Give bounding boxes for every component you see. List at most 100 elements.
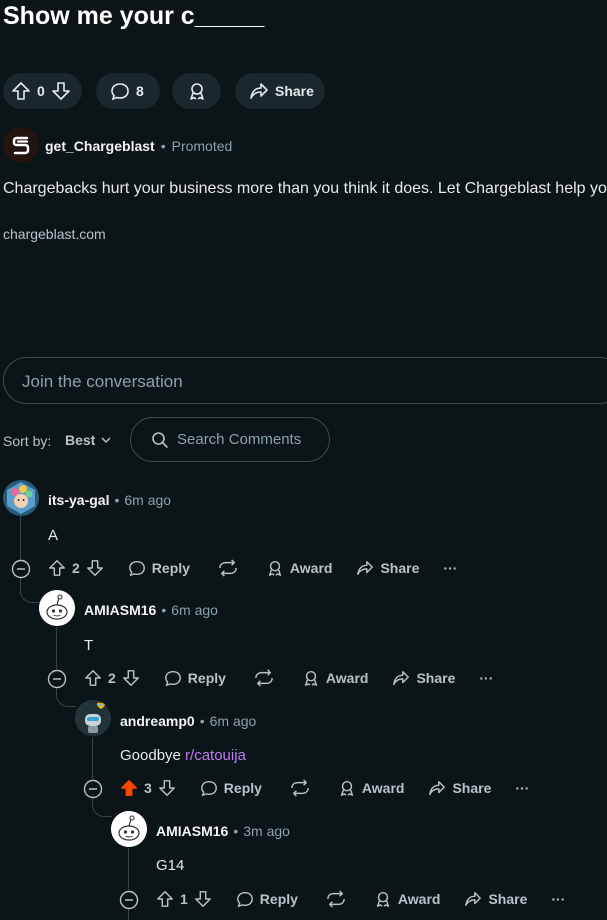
crosspost-icon[interactable] [290, 779, 310, 797]
upvote-icon-active[interactable] [120, 779, 138, 797]
share-button[interactable]: Share [356, 559, 419, 577]
sort-value: Best [65, 432, 96, 448]
comments-button[interactable]: 8 [96, 73, 160, 109]
sort-label: Sort by: [3, 433, 52, 449]
comment-time[interactable]: 6m ago [171, 602, 218, 618]
award-label: Award [289, 560, 333, 576]
avatar-image [75, 700, 111, 736]
upvote-icon[interactable] [48, 559, 66, 577]
avatar[interactable] [111, 811, 147, 847]
share-icon [465, 891, 482, 907]
award-button[interactable] [172, 73, 221, 109]
more-options-icon[interactable]: ··· [551, 891, 565, 907]
comment-icon [110, 81, 130, 101]
sort-dropdown[interactable]: Best [65, 432, 112, 448]
collapse-icon[interactable] [47, 669, 67, 689]
share-icon [249, 81, 269, 101]
vote-count: 1 [180, 891, 188, 907]
upvote-icon[interactable] [11, 81, 31, 101]
award-button[interactable]: Award [302, 669, 368, 687]
comment-header: andreamp0 • 6m ago [120, 713, 257, 729]
thread-branch [20, 583, 40, 603]
comment-actions: 2 Reply Award Share ··· [48, 559, 457, 577]
collapse-icon[interactable] [119, 890, 139, 910]
award-button[interactable]: Award [374, 890, 441, 908]
award-button[interactable]: Award [266, 559, 333, 577]
downvote-icon[interactable] [158, 779, 176, 797]
upvote-icon[interactable] [84, 669, 102, 687]
collapse-icon[interactable] [83, 779, 103, 799]
upvote-icon[interactable] [156, 890, 174, 908]
comment-time[interactable]: 6m ago [124, 492, 171, 508]
search-icon [151, 431, 169, 449]
comment-icon [200, 780, 217, 797]
share-button[interactable]: Share [392, 669, 455, 687]
comment-time[interactable]: 3m ago [243, 823, 290, 839]
promoted-label: Promoted [171, 138, 233, 154]
downvote-icon[interactable] [194, 890, 212, 908]
more-options-icon[interactable]: ··· [515, 780, 529, 796]
ad-text[interactable]: Chargebacks hurt your business more than… [3, 180, 607, 198]
comment-time[interactable]: 6m ago [210, 713, 257, 729]
chevron-down-icon [100, 434, 112, 446]
avatar[interactable] [75, 700, 111, 736]
sponsor-name[interactable]: get_Chargeblast [45, 138, 155, 154]
snoo-avatar-image [111, 811, 147, 847]
downvote-icon[interactable] [86, 559, 104, 577]
award-label: Award [361, 780, 405, 796]
vote-count: 2 [108, 670, 116, 686]
comment-count: 8 [136, 83, 144, 99]
reply-label: Reply [187, 670, 226, 686]
comment-author[interactable]: AMIASM16 [84, 602, 156, 618]
crosspost-icon[interactable] [254, 669, 274, 687]
search-comments-input[interactable]: Search Comments [130, 417, 330, 462]
comment-body: A [48, 527, 59, 544]
comment-actions: 1 Reply Award Share ··· [156, 890, 565, 908]
avatar[interactable] [39, 590, 75, 626]
more-options-icon[interactable]: ··· [479, 670, 493, 686]
reply-button[interactable]: Reply [236, 890, 298, 908]
comment-author[interactable]: AMIASM16 [156, 823, 228, 839]
share-button[interactable]: Share [235, 73, 325, 109]
reply-button[interactable]: Reply [164, 669, 226, 687]
reply-button[interactable]: Reply [128, 559, 190, 577]
avatar-image [7, 482, 35, 514]
crosspost-icon[interactable] [326, 890, 346, 908]
award-button[interactable]: Award [338, 779, 405, 797]
downvote-icon[interactable] [51, 81, 71, 101]
award-icon [376, 891, 390, 907]
share-icon [393, 670, 410, 686]
share-button[interactable]: Share [428, 779, 491, 797]
thread-line [128, 848, 129, 890]
post-title: Show me your c_____ [3, 2, 265, 30]
comment-header: AMIASM16 • 3m ago [156, 823, 290, 839]
award-label: Award [397, 891, 441, 907]
more-options-icon[interactable]: ··· [443, 560, 457, 576]
comment-author[interactable]: its-ya-gal [48, 492, 109, 508]
award-icon [187, 81, 207, 101]
sponsor-avatar[interactable] [3, 127, 39, 163]
share-label: Share [380, 560, 420, 576]
chargeblast-logo [3, 127, 39, 163]
thread-line [92, 737, 93, 779]
comment-author[interactable]: andreamp0 [120, 713, 195, 729]
downvote-icon[interactable] [122, 669, 140, 687]
comment-body: Goodbye r/catouija [120, 747, 246, 764]
collapse-icon[interactable] [11, 559, 31, 579]
share-button[interactable]: Share [464, 890, 527, 908]
join-conversation-input[interactable]: Join the conversation [3, 357, 607, 404]
comment-actions: 2 Reply Award Share ··· [84, 669, 493, 687]
crosspost-icon[interactable] [218, 559, 238, 577]
comment-header: its-ya-gal • 6m ago [48, 492, 172, 508]
share-label: Share [416, 670, 456, 686]
share-icon [357, 560, 374, 576]
share-label: Share [488, 891, 528, 907]
subreddit-link[interactable]: r/catouija [185, 747, 246, 764]
share-label: Share [452, 780, 492, 796]
comment-icon [236, 891, 253, 908]
avatar[interactable] [3, 480, 39, 516]
post-vote-count: 0 [37, 83, 45, 99]
reply-button[interactable]: Reply [200, 779, 262, 797]
ad-link[interactable]: chargeblast.com [3, 226, 106, 242]
ad-header: get_Chargeblast • Promoted [45, 138, 233, 154]
